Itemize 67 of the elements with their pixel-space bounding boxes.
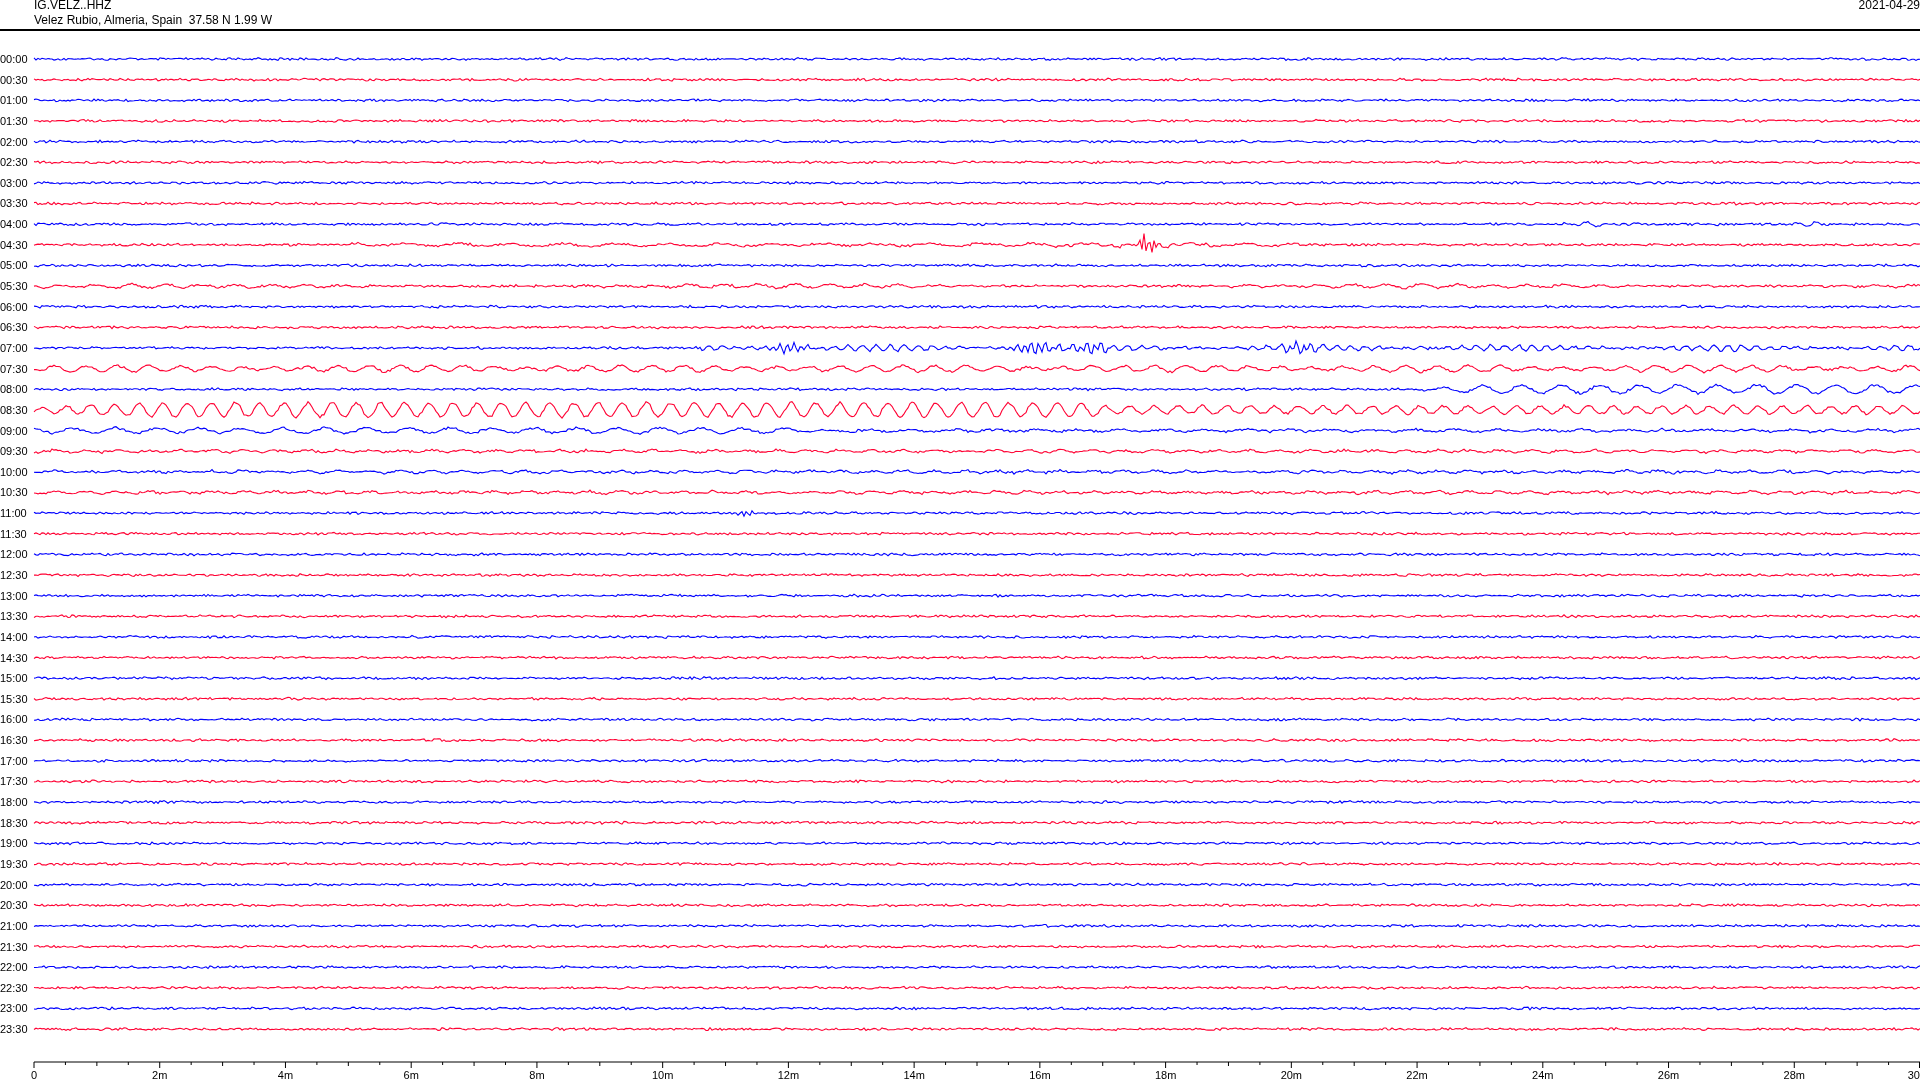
time-label: 23:00 <box>0 1002 28 1015</box>
time-label: 05:30 <box>0 280 28 293</box>
time-label: 18:00 <box>0 796 28 809</box>
axis-label: 0 <box>31 1069 38 1080</box>
time-label: 21:30 <box>0 940 28 953</box>
time-label: 15:30 <box>0 692 28 705</box>
time-label: 08:00 <box>0 383 28 396</box>
time-label: 11:30 <box>0 527 27 540</box>
time-label: 07:00 <box>0 341 28 354</box>
axis-label: 6m <box>403 1069 419 1080</box>
axis-label: 2m <box>152 1069 168 1080</box>
axis-label: 8m <box>529 1069 545 1080</box>
time-label: 12:30 <box>0 569 28 581</box>
time-label: 10:00 <box>0 465 28 478</box>
time-label: 03:30 <box>0 197 28 210</box>
time-label: 17:30 <box>0 775 28 788</box>
time-label: 09:00 <box>0 424 28 437</box>
axis-label: 30 <box>1907 1069 1920 1080</box>
time-label: 22:30 <box>0 981 28 994</box>
axis-label: 16m <box>1029 1069 1051 1080</box>
time-label: 04:00 <box>0 218 28 231</box>
time-label: 14:00 <box>0 630 28 643</box>
time-label: 09:30 <box>0 445 28 458</box>
time-label: 20:00 <box>0 878 28 891</box>
time-label: 15:00 <box>0 672 28 685</box>
time-label: 19:00 <box>0 837 28 850</box>
axis-label: 22m <box>1406 1069 1428 1080</box>
time-label: 03:00 <box>0 176 28 189</box>
time-label: 16:00 <box>0 713 28 726</box>
axis-label: 10m <box>651 1069 674 1080</box>
record-date: 2021-04-29 <box>1858 0 1920 12</box>
time-label: 02:30 <box>0 156 28 169</box>
time-label: 13:30 <box>0 610 28 623</box>
time-label: 18:30 <box>0 816 28 829</box>
time-label: 13:00 <box>0 589 28 602</box>
time-label: 02:00 <box>0 135 28 148</box>
axis-label: 4m <box>277 1069 294 1080</box>
time-label: 23:30 <box>0 1023 28 1036</box>
time-label: 05:00 <box>0 259 28 272</box>
time-label: 04:30 <box>0 238 28 251</box>
time-label: 01:30 <box>0 114 28 127</box>
time-label: 06:30 <box>0 321 28 334</box>
time-label: 00:30 <box>0 73 28 86</box>
axis-label: 12m <box>777 1069 800 1080</box>
axis-label: 28m <box>1783 1069 1805 1080</box>
time-label: 10:30 <box>0 486 28 499</box>
time-label: 12:00 <box>0 548 28 561</box>
time-label: 00:00 <box>0 53 28 65</box>
axis-label: 26m <box>1657 1069 1680 1080</box>
station-location: Velez Rubio, Almeria, Spain 37.58 N 1.99 W <box>34 13 273 27</box>
time-label: 14:30 <box>0 651 28 664</box>
time-label: 16:30 <box>0 734 28 747</box>
time-label: 01:00 <box>0 94 28 107</box>
axis-label: 24m <box>1532 1069 1554 1080</box>
time-label: 21:00 <box>0 919 28 932</box>
time-label: 17:00 <box>0 754 28 767</box>
time-label: 20:30 <box>0 899 28 912</box>
time-label: 06:00 <box>0 300 28 313</box>
axis-label: 18m <box>1154 1069 1177 1080</box>
time-label: 22:00 <box>0 961 28 974</box>
station-code: IG.VELZ..HHZ <box>34 0 112 12</box>
time-label: 07:30 <box>0 362 28 375</box>
time-label: 19:30 <box>0 857 28 870</box>
axis-label: 20m <box>1280 1069 1303 1080</box>
time-label: 11:00 <box>0 507 27 520</box>
axis-label: 14m <box>903 1069 925 1080</box>
time-label: 08:30 <box>0 403 28 416</box>
